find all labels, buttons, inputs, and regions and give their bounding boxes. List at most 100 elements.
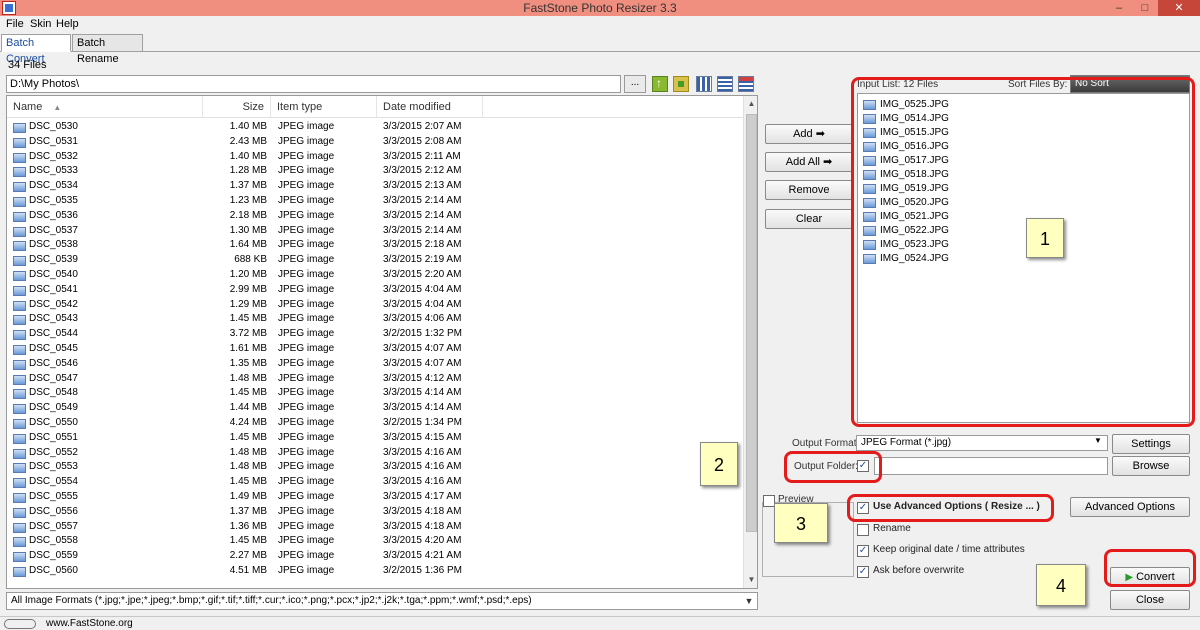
file-size: 1.61 MB [229,342,267,354]
file-row[interactable]: DSC_0553 1.48 MB JPEG image 3/3/2015 4:16 A… [7,460,743,475]
file-size: 2.99 MB [229,283,267,295]
file-row[interactable]: DSC_0560 4.51 MB JPEG image 3/2/2015 1:36 P… [7,564,743,579]
file-date: 3/3/2015 4:17 AM [383,490,462,502]
website-link[interactable]: www.FastStone.org [46,618,133,629]
browse-path-button[interactable]: ... [624,75,646,93]
file-row[interactable]: DSC_0533 1.28 MB JPEG image 3/3/2015 2:12 A… [7,164,743,179]
file-row[interactable]: DSC_0544 3.72 MB JPEG image 3/2/2015 1:32 P… [7,327,743,342]
file-date: 3/3/2015 4:21 AM [383,550,462,562]
image-file-icon [13,522,26,533]
file-type-filter-select[interactable]: All Image Formats (*.jpg;*.jpe;*.jpeg;*.… [6,592,758,610]
file-type: JPEG image [278,446,335,458]
file-row[interactable]: DSC_0532 1.40 MB JPEG image 3/3/2015 2:11 A… [7,150,743,165]
tab-batch-rename[interactable]: Batch Rename [72,34,143,65]
scroll-down-icon[interactable]: ▼ [744,572,757,588]
file-count: 34 Files [8,59,47,71]
file-row[interactable]: DSC_0559 2.27 MB JPEG image 3/3/2015 4:21 A… [7,549,743,564]
add-all-button[interactable]: Add All ➡ [765,152,853,172]
file-row[interactable]: DSC_0556 1.37 MB JPEG image 3/3/2015 4:18 A… [7,505,743,520]
scrollbar-thumb[interactable] [746,114,757,532]
minimize-button[interactable]: – [1106,0,1132,16]
maximize-button[interactable]: □ [1132,0,1158,16]
file-date: 3/3/2015 2:12 AM [383,165,462,177]
settings-button[interactable]: Settings [1112,434,1190,454]
list-view-icon[interactable] [717,76,733,92]
file-type: JPEG image [278,505,335,517]
chevron-down-icon[interactable]: ▼ [742,594,756,608]
close-button[interactable]: Close [1110,590,1190,610]
keep-date-checkbox[interactable]: ✓ [857,545,869,557]
folder-path-input[interactable] [6,75,621,93]
file-row[interactable]: DSC_0538 1.64 MB JPEG image 3/3/2015 2:18 A… [7,238,743,253]
file-row[interactable]: DSC_0541 2.99 MB JPEG image 3/3/2015 4:04 A… [7,283,743,298]
file-row[interactable]: DSC_0558 1.45 MB JPEG image 3/3/2015 4:20 A… [7,534,743,549]
file-name: DSC_0554 [29,476,78,488]
thumbnail-view-icon[interactable] [696,76,712,92]
file-date: 3/3/2015 2:19 AM [383,254,462,266]
file-row[interactable]: DSC_0545 1.61 MB JPEG image 3/3/2015 4:07 A… [7,342,743,357]
file-row[interactable]: DSC_0547 1.48 MB JPEG image 3/3/2015 4:12 A… [7,372,743,387]
rename-checkbox[interactable] [857,524,869,536]
close-window-button[interactable]: ✕ [1158,0,1200,16]
clear-button[interactable]: Clear [765,209,853,229]
file-list-scrollbar[interactable]: ▲ ▼ [743,96,757,588]
file-size: 1.40 MB [229,150,267,162]
file-date: 3/3/2015 2:08 AM [383,135,462,147]
file-row[interactable]: DSC_0552 1.48 MB JPEG image 3/3/2015 4:16 A… [7,446,743,461]
file-row[interactable]: DSC_0530 1.40 MB JPEG image 3/3/2015 2:07 A… [7,120,743,135]
file-row[interactable]: DSC_0555 1.49 MB JPEG image 3/3/2015 4:17 A… [7,490,743,505]
file-row[interactable]: DSC_0554 1.45 MB JPEG image 3/3/2015 4:16 A… [7,475,743,490]
menu-file[interactable]: File [6,17,24,31]
file-name: DSC_0538 [29,239,78,251]
remove-button[interactable]: Remove [765,180,853,200]
file-row[interactable]: DSC_0549 1.44 MB JPEG image 3/3/2015 4:14 A… [7,401,743,416]
tab-batch-convert[interactable]: Batch Convert [1,34,71,65]
file-row[interactable]: DSC_0536 2.18 MB JPEG image 3/3/2015 2:14 A… [7,209,743,224]
browse-button[interactable]: Browse [1112,456,1190,476]
scroll-up-icon[interactable]: ▲ [744,96,757,112]
column-name-header[interactable]: Name ▲ [7,96,203,118]
menu-help[interactable]: Help [56,17,79,31]
folder-up-icon[interactable] [652,76,668,92]
file-row[interactable]: DSC_0539 688 KB JPEG image 3/3/2015 2:19 AM [7,253,743,268]
chevron-down-icon[interactable]: ▼ [1094,436,1102,445]
file-row[interactable]: DSC_0550 4.24 MB JPEG image 3/2/2015 1:34 P… [7,416,743,431]
file-row[interactable]: DSC_0534 1.37 MB JPEG image 3/3/2015 2:13 A… [7,179,743,194]
column-date-header[interactable]: Date modified [377,96,483,118]
file-row[interactable]: DSC_0546 1.35 MB JPEG image 3/3/2015 4:07 A… [7,357,743,372]
file-row[interactable]: DSC_0543 1.45 MB JPEG image 3/3/2015 4:06 A… [7,312,743,327]
file-row[interactable]: DSC_0537 1.30 MB JPEG image 3/3/2015 2:14 A… [7,224,743,239]
menu-skin[interactable]: Skin [30,17,51,31]
file-date: 3/3/2015 4:07 AM [383,342,462,354]
output-folder-input[interactable] [874,457,1108,475]
file-size: 1.36 MB [229,520,267,532]
file-type: JPEG image [278,476,335,488]
details-view-icon[interactable] [738,76,754,92]
file-name: DSC_0545 [29,342,78,354]
image-file-icon [13,537,26,548]
ask-overwrite-checkbox[interactable]: ✓ [857,566,869,578]
file-type: JPEG image [278,254,335,266]
file-row[interactable]: DSC_0531 2.43 MB JPEG image 3/3/2015 2:08 A… [7,135,743,150]
image-file-icon [13,330,26,341]
output-format-select[interactable]: JPEG Format (*.jpg) [856,435,1108,451]
file-type: JPEG image [278,387,335,399]
file-date: 3/2/2015 1:32 PM [383,328,462,340]
image-file-icon [13,507,26,518]
column-type-header[interactable]: Item type [271,96,377,118]
file-row[interactable]: DSC_0548 1.45 MB JPEG image 3/3/2015 4:14 A… [7,386,743,401]
advanced-options-button[interactable]: Advanced Options [1070,497,1190,517]
file-name: DSC_0551 [29,431,78,443]
file-row[interactable]: DSC_0540 1.20 MB JPEG image 3/3/2015 2:20 A… [7,268,743,283]
file-row[interactable]: DSC_0557 1.36 MB JPEG image 3/3/2015 4:18 A… [7,520,743,535]
file-type: JPEG image [278,283,335,295]
file-row[interactable]: DSC_0551 1.45 MB JPEG image 3/3/2015 4:15 A… [7,431,743,446]
favorite-folder-icon[interactable] [673,76,689,92]
window-title: FastStone Photo Resizer 3.3 [523,1,677,15]
file-row[interactable]: DSC_0542 1.29 MB JPEG image 3/3/2015 4:04 A… [7,298,743,313]
file-name: DSC_0539 [29,254,78,266]
add-button[interactable]: Add ➡ [765,124,853,144]
file-row[interactable]: DSC_0535 1.23 MB JPEG image 3/3/2015 2:14 A… [7,194,743,209]
file-browser-list[interactable]: Name ▲ Size Item type Date modified DSC_… [6,95,758,589]
column-size-header[interactable]: Size [203,96,271,118]
